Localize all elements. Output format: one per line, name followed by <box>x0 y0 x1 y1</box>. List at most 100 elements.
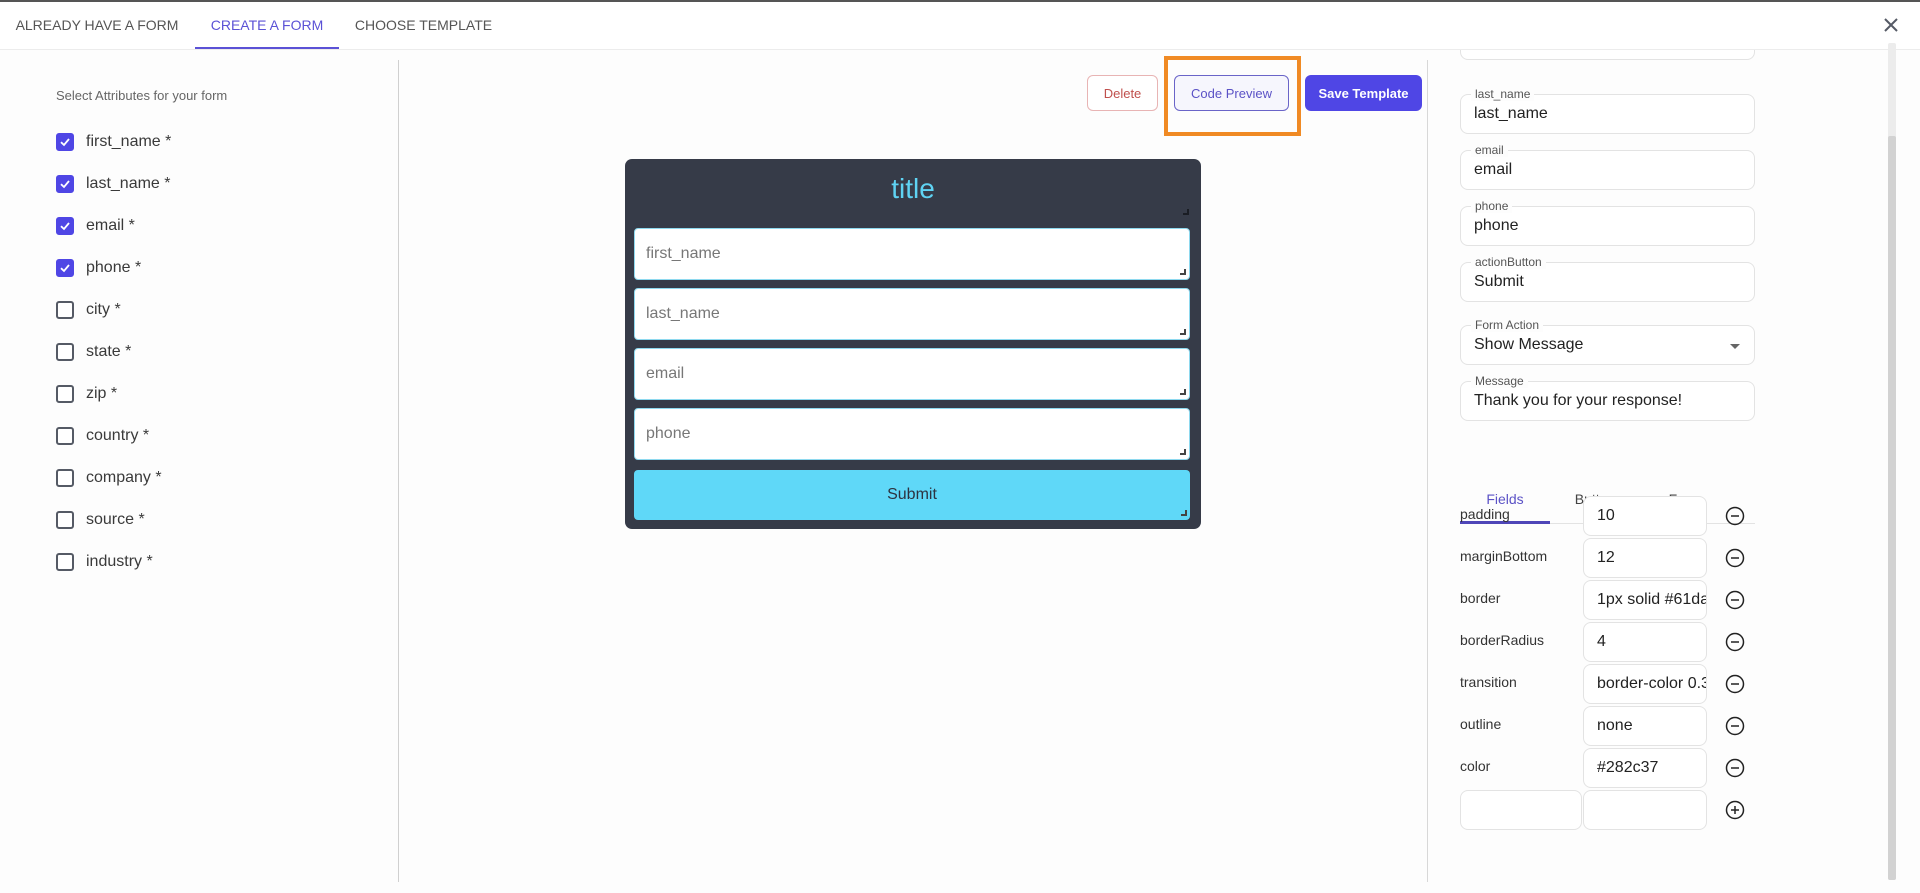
attribute-checkbox-row[interactable]: state * <box>56 340 131 364</box>
style-prop-value-input[interactable]: #282c37 <box>1583 748 1707 788</box>
resize-handle-icon[interactable] <box>1183 209 1189 215</box>
checkbox-unchecked-icon[interactable] <box>56 301 74 319</box>
form-action-select[interactable]: Form Action Show Message <box>1460 318 1755 365</box>
attribute-label: last_name * <box>86 175 171 192</box>
style-prop-value-input[interactable]: 4 <box>1583 622 1707 662</box>
preview-field-placeholder: first_name <box>646 245 721 262</box>
new-prop-name-input[interactable] <box>1460 790 1582 830</box>
form-builder-canvas: Delete Code Preview Save Template title … <box>399 50 1427 893</box>
option-action-button[interactable]: actionButton Submit <box>1460 255 1755 302</box>
style-prop-value-input[interactable]: 10 <box>1583 496 1707 536</box>
option-value: email <box>1474 161 1513 178</box>
checkbox-checked-icon[interactable] <box>56 259 74 277</box>
attribute-checkbox-row[interactable]: industry * <box>56 550 153 574</box>
attribute-label: first_name * <box>86 133 172 150</box>
option-value: Submit <box>1474 273 1524 290</box>
attribute-label: email * <box>86 217 135 234</box>
delete-button[interactable]: Delete <box>1087 75 1158 111</box>
style-prop-name: outline <box>1460 716 1502 732</box>
attribute-label: zip * <box>86 385 118 402</box>
new-style-prop-row <box>1460 790 1760 830</box>
attribute-checkbox-row[interactable]: phone * <box>56 256 141 280</box>
checkbox-checked-icon[interactable] <box>56 217 74 235</box>
style-prop-row: outline none <box>1460 706 1760 746</box>
checkbox-unchecked-icon[interactable] <box>56 511 74 529</box>
tab-already-have-form[interactable]: ALREADY HAVE A FORM <box>0 2 194 49</box>
options-panel: last_name last_name email email phone ph… <box>1428 50 1890 893</box>
checkbox-unchecked-icon[interactable] <box>56 553 74 571</box>
attribute-checkbox-row[interactable]: email * <box>56 214 135 238</box>
tab-choose-template[interactable]: CHOOSE TEMPLATE <box>340 2 507 49</box>
resize-handle-icon[interactable] <box>1181 510 1187 516</box>
checkbox-unchecked-icon[interactable] <box>56 343 74 361</box>
option-value: phone <box>1474 217 1519 234</box>
resize-handle-icon[interactable] <box>1180 329 1186 335</box>
attribute-checkbox-row[interactable]: city * <box>56 298 121 322</box>
style-prop-value-input[interactable]: 12 <box>1583 538 1707 578</box>
checkbox-unchecked-icon[interactable] <box>56 469 74 487</box>
attribute-checkbox-row[interactable]: company * <box>56 466 162 490</box>
option-phone[interactable]: phone phone <box>1460 199 1755 246</box>
option-value: Thank you for your response! <box>1474 392 1683 409</box>
attribute-checkbox-row[interactable]: zip * <box>56 382 117 406</box>
resize-handle-icon[interactable] <box>1180 449 1186 455</box>
remove-circle-icon[interactable] <box>1725 632 1745 652</box>
style-prop-name: borderRadius <box>1460 632 1545 648</box>
attributes-panel: Select Attributes for your form first_na… <box>0 50 398 893</box>
style-prop-name: padding <box>1460 506 1510 522</box>
remove-circle-icon[interactable] <box>1725 506 1745 526</box>
preview-field-placeholder: phone <box>646 425 691 442</box>
style-prop-name: color <box>1460 758 1491 774</box>
preview-field-last-name[interactable]: last_name <box>634 288 1190 340</box>
new-prop-value-input[interactable] <box>1583 790 1707 830</box>
remove-circle-icon[interactable] <box>1725 590 1745 610</box>
option-label: Form Action <box>1471 318 1544 332</box>
code-preview-button[interactable]: Code Preview <box>1174 75 1289 111</box>
add-circle-icon[interactable] <box>1725 800 1745 820</box>
style-prop-name: transition <box>1460 674 1517 690</box>
attribute-label: phone * <box>86 259 142 276</box>
remove-circle-icon[interactable] <box>1725 758 1745 778</box>
scrollbar-track[interactable] <box>1888 43 1896 880</box>
scrollbar-thumb[interactable] <box>1888 136 1896 880</box>
attribute-checkbox-row[interactable]: last_name * <box>56 172 171 196</box>
field-option-partial[interactable] <box>1460 50 1755 60</box>
option-last-name[interactable]: last_name last_name <box>1460 87 1755 134</box>
checkbox-checked-icon[interactable] <box>56 133 74 151</box>
resize-handle-icon[interactable] <box>1180 269 1186 275</box>
option-label: last_name <box>1471 87 1535 101</box>
attribute-checkbox-row[interactable]: first_name * <box>56 130 171 154</box>
preview-field-phone[interactable]: phone <box>634 408 1190 460</box>
preview-field-email[interactable]: email <box>634 348 1190 400</box>
style-prop-value-input[interactable]: border-color 0.3s <box>1583 664 1707 704</box>
option-value: last_name <box>1474 105 1548 122</box>
tab-create-form[interactable]: CREATE A FORM <box>195 2 339 49</box>
checkbox-unchecked-icon[interactable] <box>56 385 74 403</box>
tab-bar: ALREADY HAVE A FORM CREATE A FORM CHOOSE… <box>0 2 1920 50</box>
checkbox-checked-icon[interactable] <box>56 175 74 193</box>
attribute-label: city * <box>86 301 121 318</box>
form-preview-title[interactable]: title <box>625 159 1201 221</box>
attribute-checkbox-row[interactable]: country * <box>56 424 149 448</box>
preview-submit-button[interactable]: Submit <box>634 470 1190 520</box>
attribute-checkbox-row[interactable]: source * <box>56 508 145 532</box>
style-prop-row: border 1px solid #61dafb <box>1460 580 1760 620</box>
close-icon[interactable] <box>1880 14 1902 36</box>
remove-circle-icon[interactable] <box>1725 674 1745 694</box>
style-prop-row: transition border-color 0.3s <box>1460 664 1760 704</box>
option-email[interactable]: email email <box>1460 143 1755 190</box>
resize-handle-icon[interactable] <box>1180 389 1186 395</box>
style-prop-value-input[interactable]: 1px solid #61dafb <box>1583 580 1707 620</box>
option-label: Message <box>1471 374 1528 388</box>
chevron-down-icon <box>1730 344 1740 349</box>
checkbox-unchecked-icon[interactable] <box>56 427 74 445</box>
remove-circle-icon[interactable] <box>1725 716 1745 736</box>
option-label: email <box>1471 143 1508 157</box>
attribute-label: industry * <box>86 553 153 570</box>
remove-circle-icon[interactable] <box>1725 548 1745 568</box>
style-prop-value-input[interactable]: none <box>1583 706 1707 746</box>
preview-field-first-name[interactable]: first_name <box>634 228 1190 280</box>
option-label: actionButton <box>1471 255 1546 269</box>
message-field[interactable]: Message Thank you for your response! <box>1460 374 1755 421</box>
save-template-button[interactable]: Save Template <box>1305 75 1422 111</box>
